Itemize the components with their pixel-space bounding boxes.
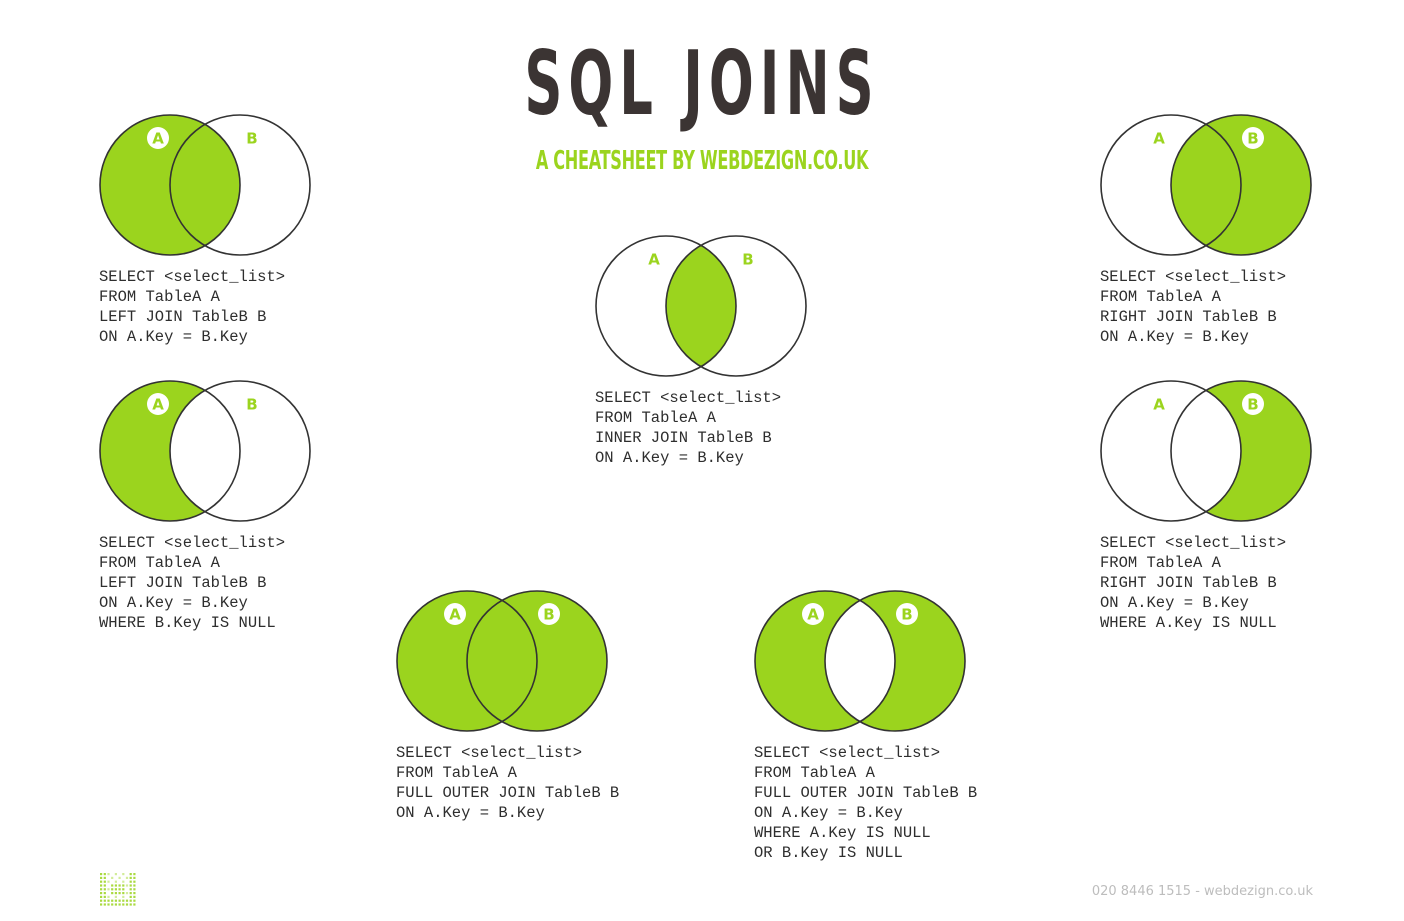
sql-line: ON A.Key = B.Key [1100,594,1249,612]
sql-line: ON A.Key = B.Key [396,804,545,822]
label-b: B [901,606,912,624]
inner-join-panel: A B SELECT <select_list> FROM TableA A INNER… [595,235,811,468]
sql-line: SELECT <select_list> [99,268,286,286]
left-join-panel: A B SELECT <select_list> FROM TableA A LEFT … [99,114,315,347]
label-a: A [449,606,461,624]
right-join-exclusive-panel: A B SELECT <select_list> FROM TableA A RIGHT… [1100,380,1316,633]
left-join-venn: AB [99,114,311,256]
full-outer-join-exclusive-sql: SELECT <select_list> FROM TableA A FULL OU… [754,743,977,863]
sql-line: RIGHT JOIN TableB B [1100,574,1277,592]
page-title: SQL JOINS [524,32,880,135]
sql-line: ON A.Key = B.Key [754,804,903,822]
right-join-sql: SELECT <select_list> FROM TableA A RIGHT J… [1100,267,1316,347]
full-outer-join-panel: A B SELECT <select_list> FROM TableA A FULL … [396,590,619,823]
full-outer-join-exclusive-panel: A B SELECT <select_list> FROM TableA A FULL … [754,590,977,863]
full-outer-join-venn: AB [396,590,608,732]
label-b: B [1247,130,1258,148]
label-a: A [1153,130,1165,148]
inner-join-sql: SELECT <select_list> FROM TableA A INNER J… [595,388,811,468]
sql-line: SELECT <select_list> [754,744,941,762]
sql-line: ON A.Key = B.Key [99,594,248,612]
sql-line: WHERE A.Key IS NULL [1100,614,1277,632]
sql-line: ON A.Key = B.Key [1100,328,1249,346]
webdezign-logo-icon [99,872,137,908]
footer-contact: 020 8446 1515 - webdezign.co.uk [1091,884,1313,899]
sql-line: FROM TableA A [99,554,220,572]
sql-line: FULL OUTER JOIN TableB B [754,784,978,802]
sql-line: FROM TableA A [754,764,875,782]
sql-line: SELECT <select_list> [99,534,286,552]
sql-line: FROM TableA A [396,764,517,782]
label-b: B [246,130,257,148]
sql-line: INNER JOIN TableB B [595,429,772,447]
sql-line: RIGHT JOIN TableB B [1100,308,1277,326]
full-outer-join-exclusive-venn: AB [754,590,966,732]
label-b: B [246,396,257,414]
left-join-exclusive-panel: A B SELECT <select_list> FROM TableA A LEFT … [99,380,315,633]
sql-line: WHERE B.Key IS NULL [99,614,276,632]
sql-line: LEFT JOIN TableB B [99,574,267,592]
inner-join-venn: AB [595,235,807,377]
sql-line: ON A.Key = B.Key [99,328,248,346]
left-join-exclusive-sql: SELECT <select_list> FROM TableA A LEFT JO… [99,533,315,633]
sql-line: ON A.Key = B.Key [595,449,744,467]
label-a: A [152,396,164,414]
label-b: B [543,606,554,624]
right-join-exclusive-sql: SELECT <select_list> FROM TableA A RIGHT J… [1100,533,1316,633]
sql-line: FROM TableA A [99,288,220,306]
label-a: A [1153,396,1165,414]
right-join-panel: A B SELECT <select_list> FROM TableA A RIGHT… [1100,114,1316,347]
sql-line: SELECT <select_list> [1100,534,1287,552]
label-a: A [152,130,164,148]
label-b: B [1247,396,1258,414]
sql-line: SELECT <select_list> [1100,268,1287,286]
right-join-exclusive-venn: AB [1100,380,1312,522]
sql-line: SELECT <select_list> [595,389,782,407]
full-outer-join-sql: SELECT <select_list> FROM TableA A FULL OU… [396,743,619,823]
left-join-exclusive-venn: AB [99,380,311,522]
sql-line: WHERE A.Key IS NULL [754,824,931,842]
label-b: B [742,251,753,269]
sql-line: SELECT <select_list> [396,744,583,762]
page-subtitle: A CHEATSHEET BY WEBDEZIGN.CO.UK [535,146,869,176]
sql-line: FROM TableA A [1100,288,1221,306]
left-join-sql: SELECT <select_list> FROM TableA A LEFT JO… [99,267,315,347]
sql-line: FULL OUTER JOIN TableB B [396,784,620,802]
label-a: A [807,606,819,624]
sql-line: FROM TableA A [595,409,716,427]
right-join-venn: AB [1100,114,1312,256]
label-a: A [648,251,660,269]
sql-line: FROM TableA A [1100,554,1221,572]
sql-line: OR B.Key IS NULL [754,844,903,862]
sql-line: LEFT JOIN TableB B [99,308,267,326]
